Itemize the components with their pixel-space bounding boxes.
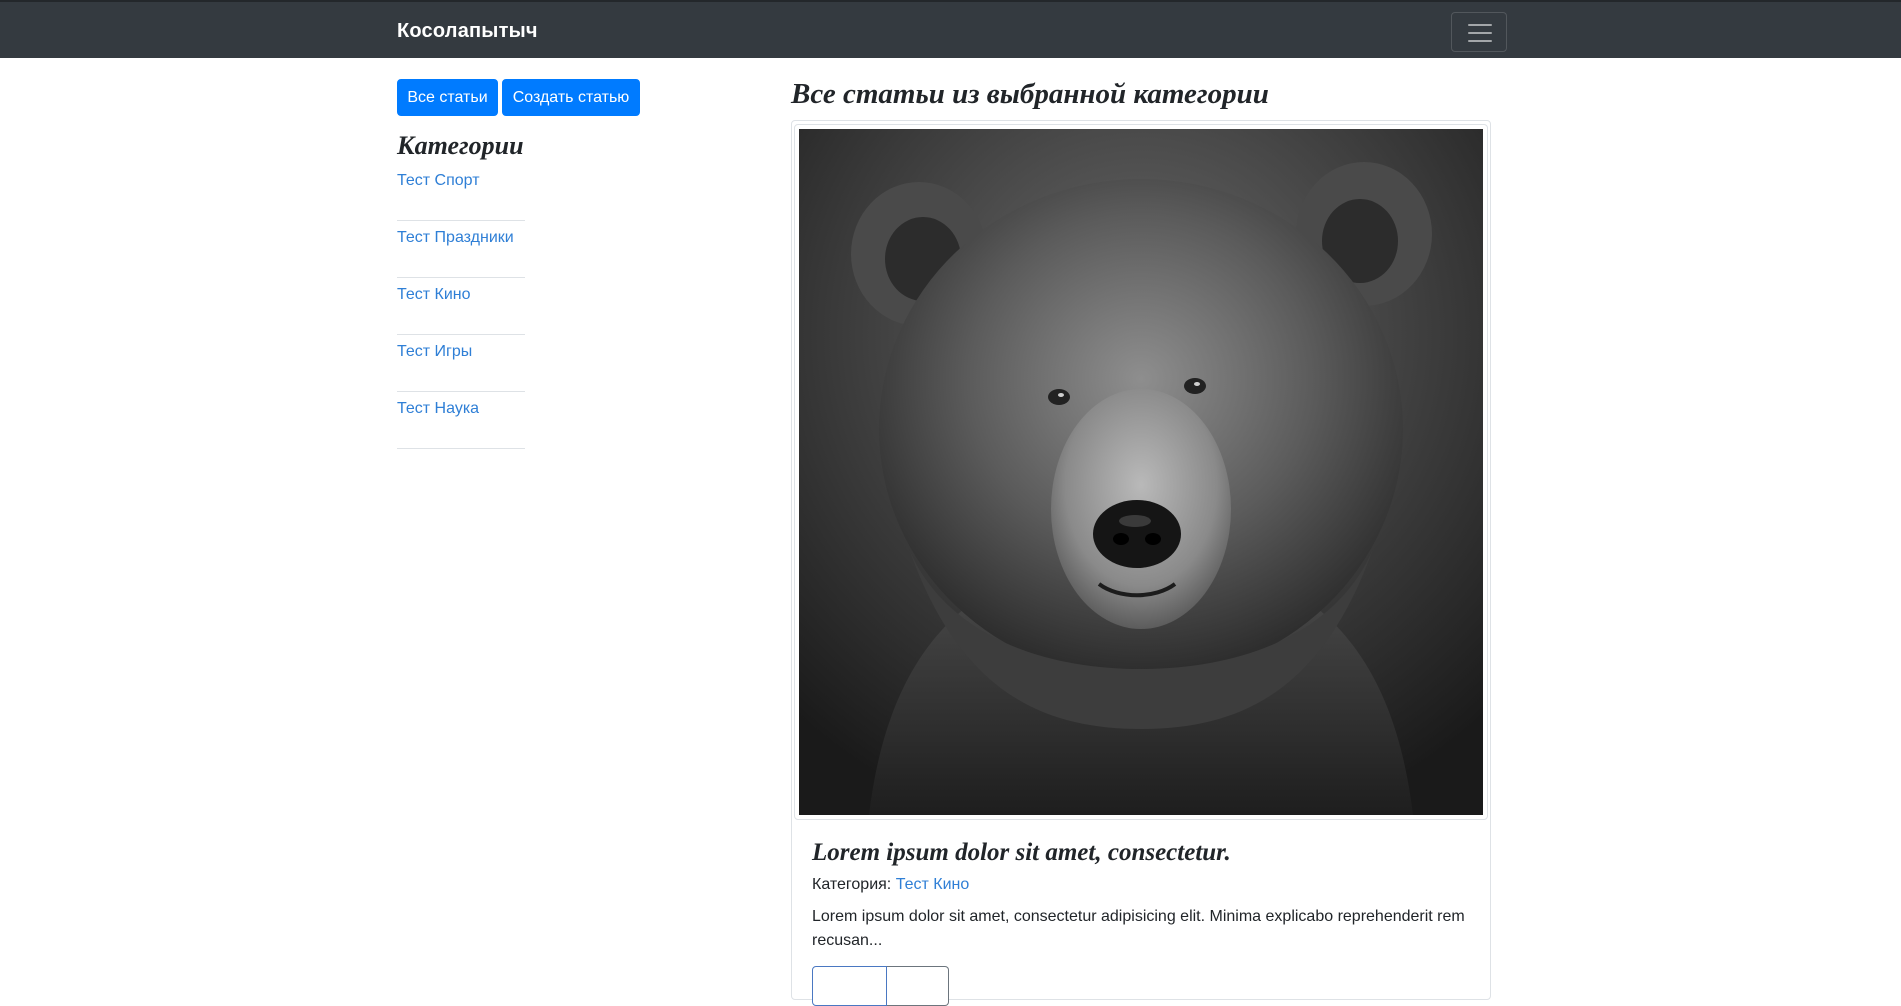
category-link-holidays[interactable]: Тест Праздники (397, 229, 514, 246)
article-category: Категория: Тест Кино (812, 876, 969, 894)
categories-heading: Категории (397, 131, 524, 160)
category-item: Тест Кино (397, 278, 525, 335)
article-actions (812, 966, 949, 1006)
category-item: Тест Игры (397, 335, 525, 392)
top-navbar: Косолапытыч (0, 0, 1901, 58)
create-article-button[interactable]: Создать статью (502, 79, 640, 116)
bear-portrait-photo[interactable] (799, 129, 1483, 815)
category-link-science[interactable]: Тест Наука (397, 400, 479, 417)
category-link-games[interactable]: Тест Игры (397, 343, 472, 360)
navbar-toggler-button[interactable] (1451, 12, 1507, 52)
category-link-sport[interactable]: Тест Спорт (397, 172, 480, 189)
article-image-frame (794, 124, 1488, 820)
article-action-button-secondary[interactable] (887, 966, 949, 1006)
article-category-link[interactable]: Тест Кино (896, 876, 970, 893)
page-title: Все статьи из выбранной категории (791, 78, 1269, 110)
category-item: Тест Спорт (397, 164, 525, 221)
article-action-button-primary[interactable] (812, 966, 887, 1006)
all-articles-button[interactable]: Все статьи (397, 79, 498, 116)
article-card: Lorem ipsum dolor sit amet, consectetur.… (791, 120, 1491, 1006)
article-category-prefix: Категория: (812, 876, 892, 893)
article-title[interactable]: Lorem ipsum dolor sit amet, consectetur. (812, 839, 1231, 867)
article-excerpt: Lorem ipsum dolor sit amet, consectetur … (812, 908, 1465, 949)
hamburger-menu-icon (1468, 24, 1492, 42)
category-item: Тест Наука (397, 392, 525, 449)
navbar-brand[interactable]: Косолапытыч (397, 20, 538, 43)
categories-list: Тест Спорт Тест Праздники Тест Кино Тест… (397, 164, 525, 449)
category-link-cinema[interactable]: Тест Кино (397, 286, 471, 303)
category-item: Тест Праздники (397, 221, 525, 278)
